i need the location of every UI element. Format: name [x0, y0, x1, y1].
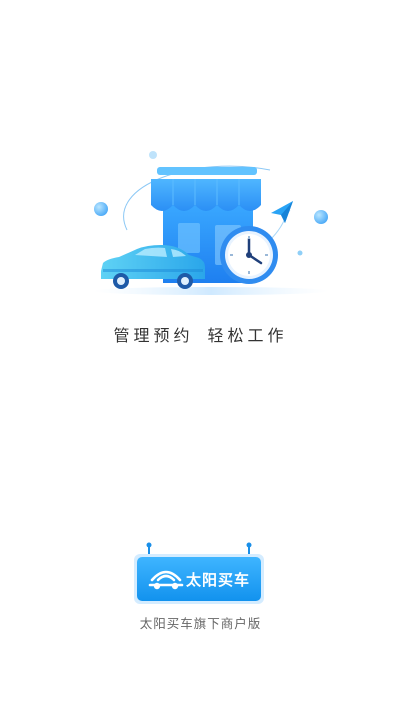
- slogan-part-2: 轻松工作: [207, 326, 288, 345]
- decor-dot-top: [149, 151, 157, 159]
- decor-dot-left: [94, 202, 108, 216]
- paper-plane-icon: [271, 201, 293, 223]
- decor-dot-small-right: [297, 250, 303, 256]
- splash-screen: 管理预约 轻松工作 太阳买车 太阳买车旗下商户版: [0, 0, 401, 710]
- decor-dot-right: [314, 210, 328, 224]
- brand-name: 太阳买车: [186, 571, 251, 589]
- brand-subtitle: 太阳买车旗下商户版: [139, 616, 262, 631]
- slogan-part-1: 管理预约: [113, 326, 194, 345]
- clock-icon: [220, 226, 278, 284]
- hero-illustration: [93, 151, 329, 295]
- slogan: 管理预约 轻松工作: [0, 322, 401, 346]
